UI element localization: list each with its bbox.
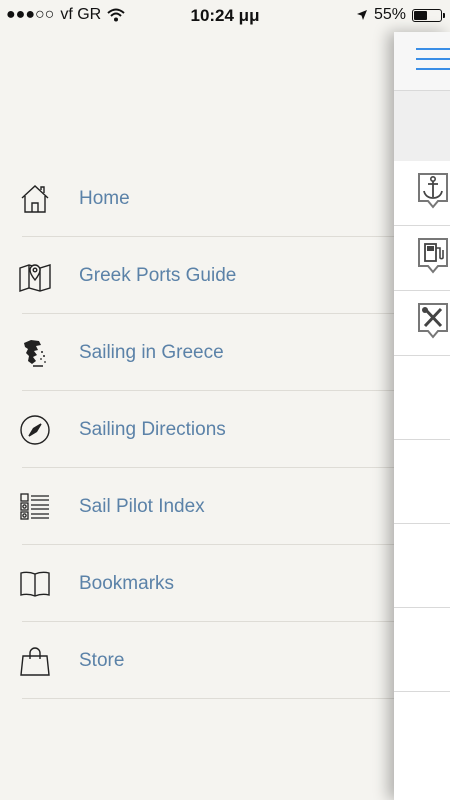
header-band [394,91,450,161]
compass-icon [18,413,52,447]
menu-item-sail-pilot-index[interactable]: Sail Pilot Index [0,468,394,545]
menu-item-home[interactable]: Home [0,160,394,237]
menu-item-bookmarks[interactable]: Bookmarks [0,545,394,622]
menu-label: Greek Ports Guide [79,264,237,286]
list-row-fuel[interactable] [394,226,450,291]
list-row[interactable] [394,440,450,524]
battery-percentage: 55% [373,6,406,23]
main-content-panel[interactable] [394,32,450,800]
menu-item-sailing-directions[interactable]: Sailing Directions [0,391,394,468]
side-menu: Home Greek Ports Guide Sailing in Greece [0,160,394,699]
menu-label: Bookmarks [79,572,175,594]
menu-label: Store [79,649,125,671]
book-icon [18,567,52,601]
map-pin-icon [18,259,52,293]
list-row[interactable] [394,524,450,608]
menu-label: Sailing Directions [79,418,226,440]
menu-label: Home [79,187,130,209]
list-row-tools[interactable] [394,291,450,356]
greece-map-icon [18,336,52,370]
location-arrow-icon [356,10,367,20]
navigation-bar [394,32,450,91]
menu-item-sailing-in-greece[interactable]: Sailing in Greece [0,314,394,391]
menu-item-greek-ports-guide[interactable]: Greek Ports Guide [0,237,394,314]
menu-label: Sail Pilot Index [79,495,205,517]
battery-fill [414,10,428,20]
menu-item-store[interactable]: Store [0,622,394,699]
tools-icon [418,303,448,339]
index-list-icon [18,490,52,524]
shopping-bag-icon [18,644,52,678]
fuel-icon [418,238,448,274]
hamburger-menu-icon[interactable] [416,48,450,72]
list-row[interactable] [394,608,450,692]
list-row[interactable] [394,356,450,440]
list-row-anchor[interactable] [394,161,450,226]
anchor-icon [418,173,448,209]
menu-label: Sailing in Greece [79,341,224,363]
status-bar: ●●●○○ vf GR 10:24 μμ 55% [0,0,450,32]
home-icon [18,182,52,216]
battery-icon [412,8,445,22]
